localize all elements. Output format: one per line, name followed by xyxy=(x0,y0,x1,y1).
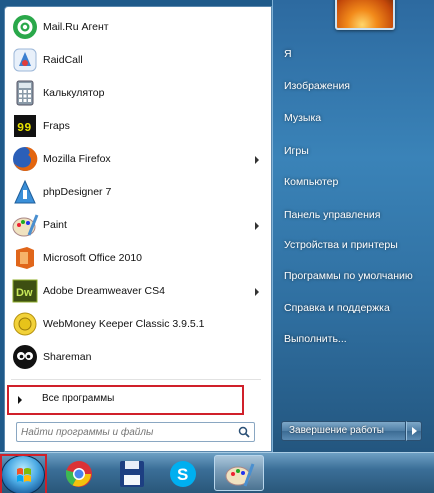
program-item-paint[interactable]: Paint xyxy=(7,209,267,242)
right-item-user[interactable]: Я xyxy=(281,42,431,66)
program-item-phpdesigner[interactable]: phpDesigner 7 xyxy=(7,176,267,209)
shutdown-button[interactable]: Завершение работы xyxy=(281,421,406,441)
shareman-icon xyxy=(11,343,39,371)
firefox-icon xyxy=(11,145,39,173)
program-item-firefox[interactable]: Mozilla Firefox xyxy=(7,143,267,176)
chevron-right-icon xyxy=(412,427,417,435)
calculator-icon xyxy=(11,79,39,107)
phpdesigner-icon xyxy=(11,178,39,206)
program-label: Калькулятор xyxy=(43,87,105,99)
paint-icon xyxy=(225,463,255,487)
submenu-arrow-icon xyxy=(255,156,259,164)
all-programs-button[interactable]: Все программы xyxy=(7,385,244,415)
program-item-ms-office[interactable]: Microsoft Office 2010 xyxy=(7,242,267,275)
program-label: Adobe Dreamweaver CS4 xyxy=(43,285,165,297)
paint-icon xyxy=(11,211,39,239)
shutdown-options-button[interactable] xyxy=(406,421,422,441)
submenu-arrow-icon xyxy=(255,288,259,296)
right-item-computer[interactable]: Компьютер xyxy=(281,170,431,194)
right-item-devices-printers[interactable]: Устройства и принтеры xyxy=(281,233,431,257)
svg-text:99: 99 xyxy=(17,121,31,135)
separator xyxy=(11,379,261,380)
right-item-run[interactable]: Выполнить... xyxy=(281,327,431,351)
search-box[interactable] xyxy=(16,422,255,442)
program-item-raidcall[interactable]: RaidCall xyxy=(7,44,267,77)
program-item-calculator[interactable]: Калькулятор xyxy=(7,77,267,110)
save-floppy-icon xyxy=(120,461,144,487)
taskbar: S xyxy=(0,452,434,493)
program-item-mailru-agent[interactable]: Mail.Ru Агент xyxy=(7,11,267,44)
right-item-default-programs[interactable]: Программы по умолчанию xyxy=(281,264,431,288)
svg-text:Dw: Dw xyxy=(16,287,33,299)
all-programs-label: Все программы xyxy=(42,393,115,404)
program-item-dreamweaver[interactable]: Dw Adobe Dreamweaver CS4 xyxy=(7,275,267,308)
user-picture[interactable] xyxy=(335,0,395,30)
program-label: Shareman xyxy=(43,351,92,363)
right-item-music[interactable]: Музыка xyxy=(281,106,431,130)
search-input[interactable] xyxy=(21,425,231,439)
start-menu-right-pane: Я Изображения Музыка Игры Компьютер Пане… xyxy=(272,0,434,452)
start-button-highlight xyxy=(0,454,47,493)
right-item-games[interactable]: Игры xyxy=(281,139,431,163)
skype-icon: S xyxy=(170,461,196,487)
right-item-help-support[interactable]: Справка и поддержка xyxy=(281,296,431,320)
webmoney-icon xyxy=(11,310,39,338)
right-item-control-panel[interactable]: Панель управления xyxy=(281,203,431,227)
search-icon[interactable] xyxy=(238,426,250,438)
taskbar-save[interactable] xyxy=(115,457,155,491)
dreamweaver-icon: Dw xyxy=(11,277,39,305)
chevron-right-icon xyxy=(18,396,22,404)
submenu-arrow-icon xyxy=(255,222,259,230)
program-item-fraps[interactable]: 99 Fraps xyxy=(7,110,267,143)
fraps-icon: 99 xyxy=(11,112,39,140)
svg-text:S: S xyxy=(177,465,188,484)
start-menu-programs-pane: Mail.Ru Агент RaidCall Калькулятор 99 Fr… xyxy=(4,6,272,452)
right-item-pictures[interactable]: Изображения xyxy=(281,74,431,98)
program-label: Paint xyxy=(43,219,67,231)
raidcall-icon xyxy=(11,46,39,74)
program-item-shareman[interactable]: Shareman xyxy=(7,341,267,374)
ms-office-icon xyxy=(11,244,39,272)
taskbar-chrome[interactable] xyxy=(62,457,102,491)
taskbar-paint[interactable] xyxy=(214,455,264,491)
program-label: RaidCall xyxy=(43,54,83,66)
program-label: Microsoft Office 2010 xyxy=(43,252,143,264)
program-label: Fraps xyxy=(43,120,70,132)
chrome-icon xyxy=(65,461,92,487)
program-label: Mozilla Firefox xyxy=(43,153,111,165)
program-label: phpDesigner 7 xyxy=(43,186,112,198)
program-label: Mail.Ru Агент xyxy=(43,21,109,33)
program-item-webmoney[interactable]: WebMoney Keeper Classic 3.9.5.1 xyxy=(7,308,267,341)
program-label: WebMoney Keeper Classic 3.9.5.1 xyxy=(43,318,205,330)
mailru-agent-icon xyxy=(11,13,39,41)
taskbar-skype[interactable]: S xyxy=(166,457,206,491)
